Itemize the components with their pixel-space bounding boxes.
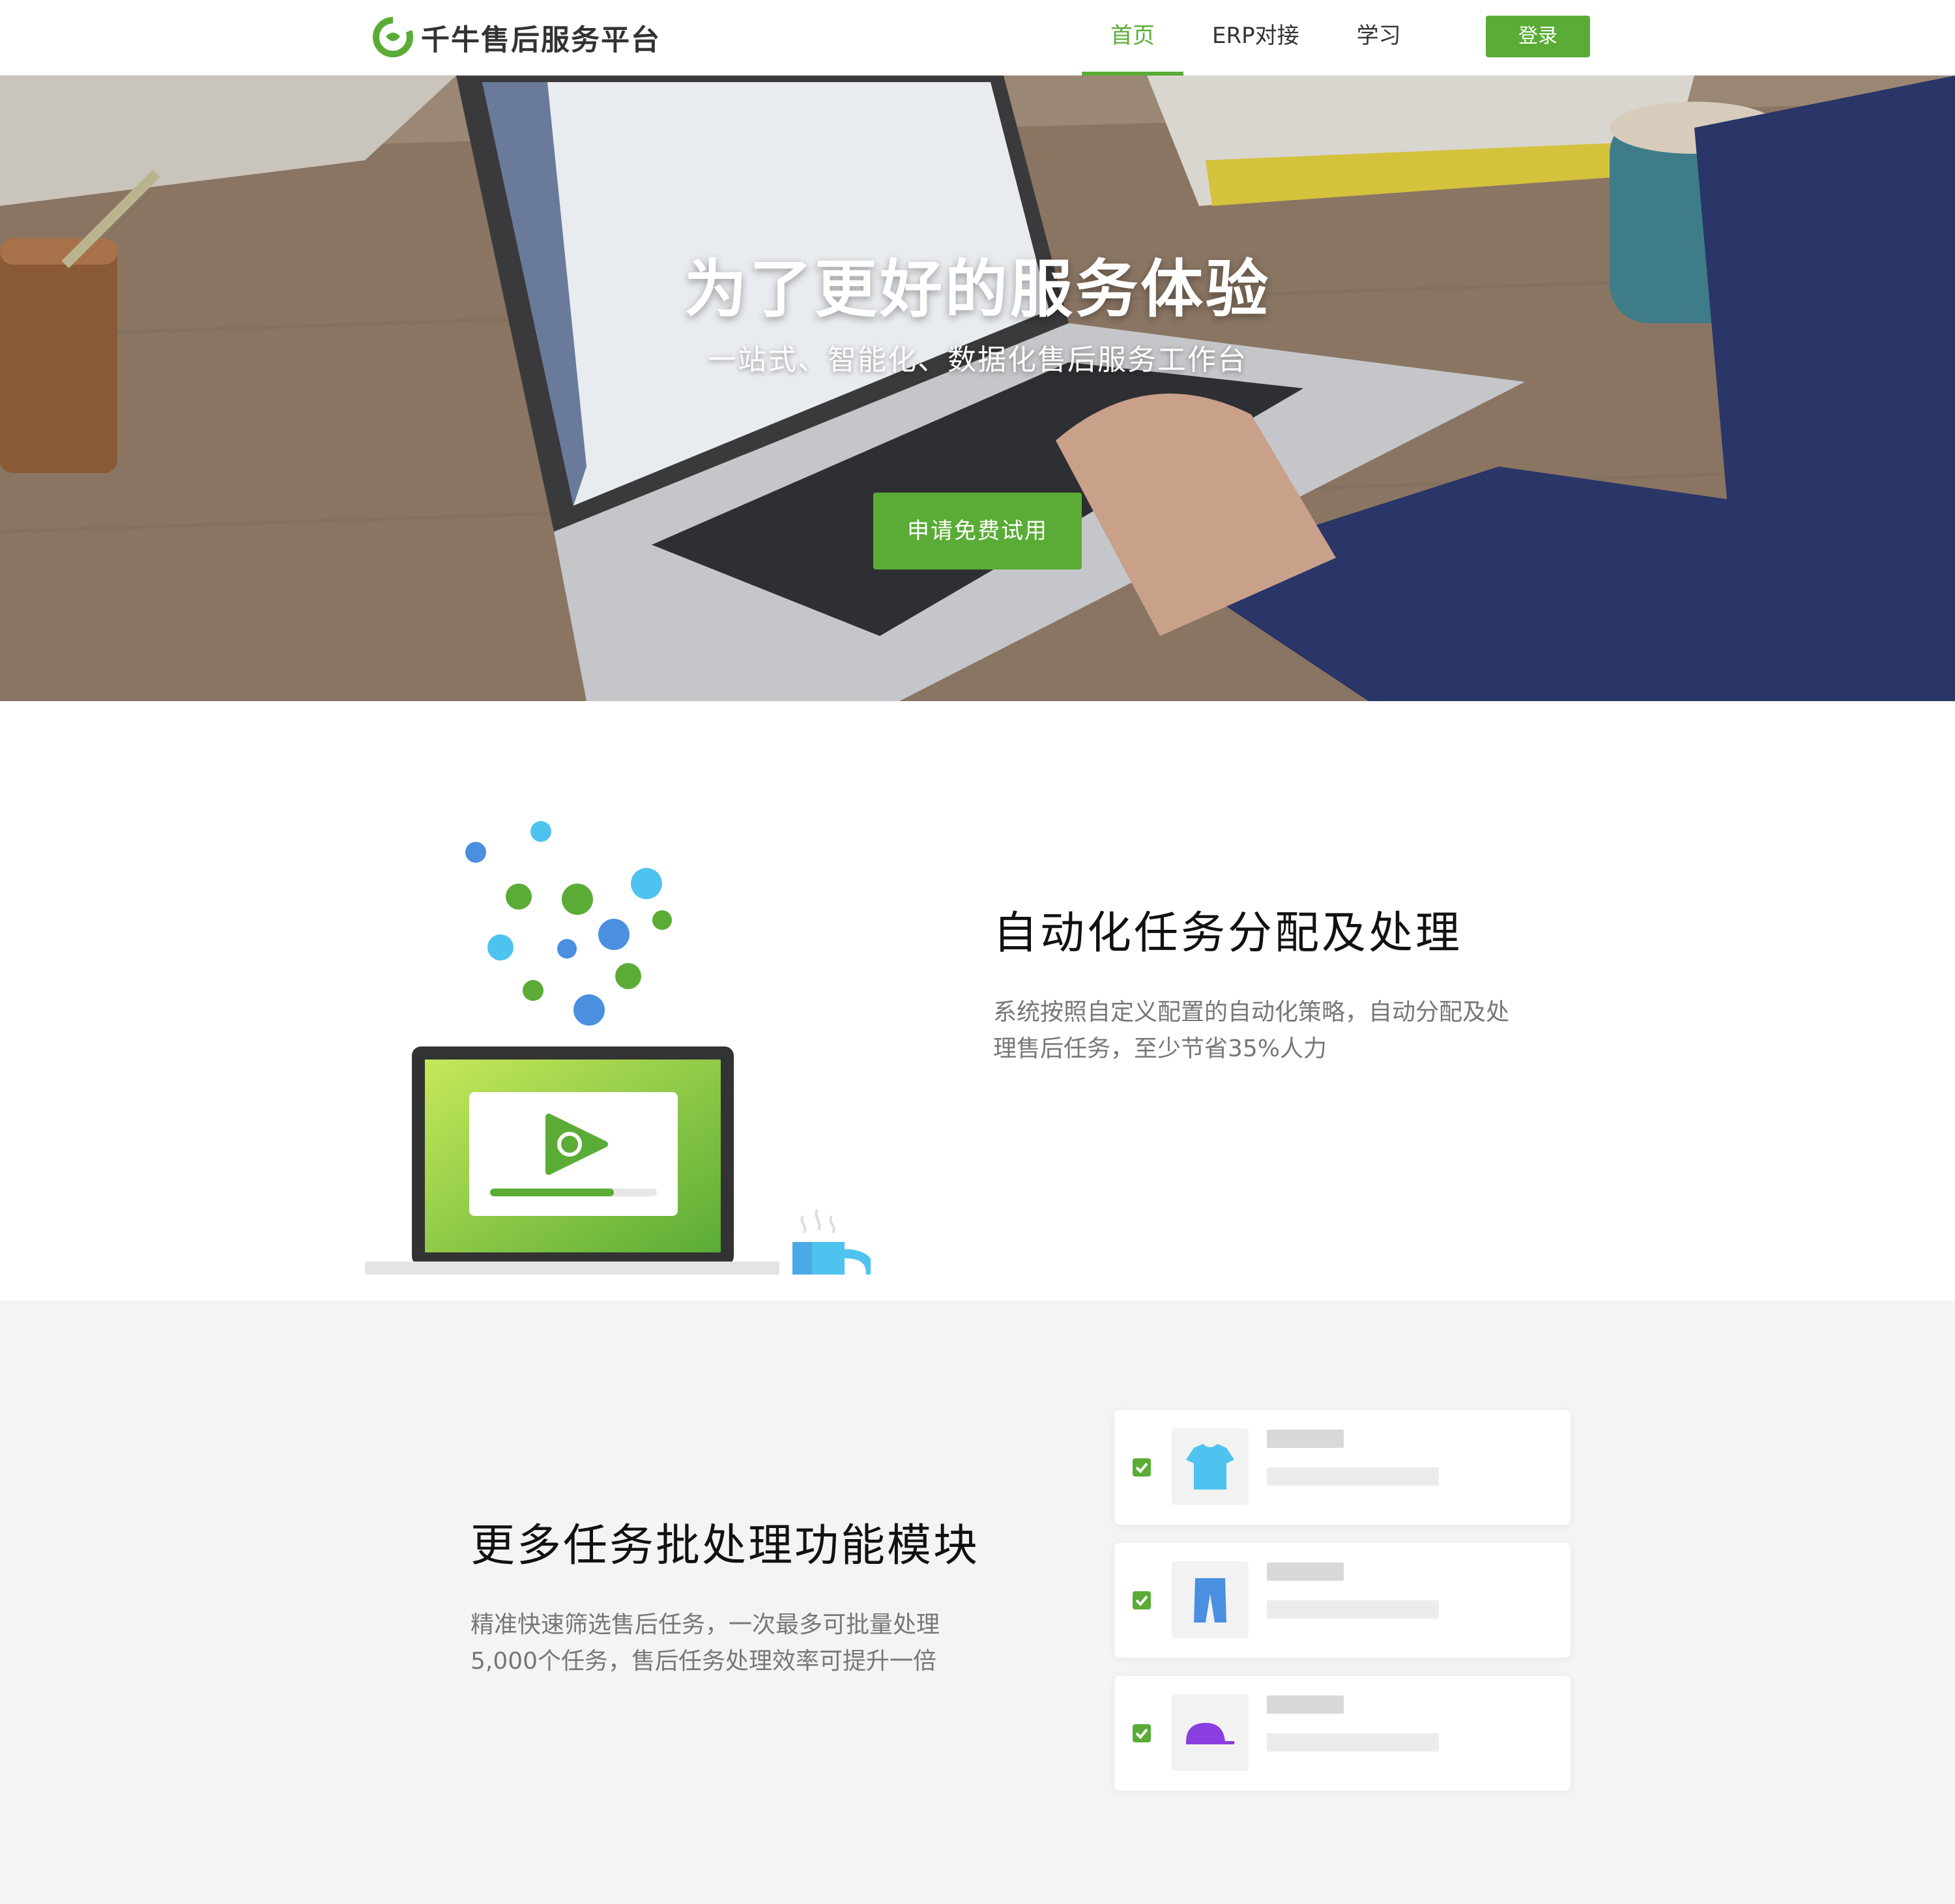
placeholder-line — [1267, 1430, 1344, 1448]
nav-erp[interactable]: ERP对接 — [1183, 0, 1328, 76]
nav-learn[interactable]: 学习 — [1328, 0, 1430, 76]
feature-batch-section: 更多任务批处理功能模块 精准快速筛选售后任务，一次最多可批量处理5,000个任务… — [0, 1301, 1955, 1904]
placeholder-line — [1267, 1695, 1344, 1714]
logo[interactable]: 千牛售后服务平台 — [373, 14, 661, 60]
placeholder-line — [1267, 1733, 1439, 1752]
free-trial-button[interactable]: 申请免费试用 — [873, 493, 1082, 570]
tshirt-icon — [1186, 1444, 1234, 1490]
task-card — [1114, 1543, 1571, 1658]
laptop-play-illustration — [365, 821, 871, 1275]
checkbox-checked-icon[interactable] — [1133, 1591, 1151, 1609]
product-thumbnail — [1172, 1694, 1249, 1771]
hero-banner: 为了更好的服务体验 一站式、智能化、数据化售后服务工作台 申请免费试用 — [0, 76, 1955, 701]
logo-text: 千牛售后服务平台 — [421, 23, 661, 57]
task-card — [1114, 1676, 1571, 1791]
main-nav: 首页 ERP对接 学习 — [1082, 0, 1430, 76]
nav-home[interactable]: 首页 — [1082, 0, 1183, 76]
hero-title: 为了更好的服务体验 — [684, 253, 1271, 326]
cap-icon — [1186, 1723, 1234, 1744]
product-thumbnail — [1172, 1561, 1249, 1638]
product-thumbnail — [1172, 1428, 1249, 1505]
login-button[interactable]: 登录 — [1486, 16, 1590, 57]
top-nav-bar: 千牛售后服务平台 首页 ERP对接 学习 登录 — [0, 0, 1955, 76]
batch-description: 精准快速筛选售后任务，一次最多可批量处理5,000个任务，售后任务处理效率可提升… — [471, 1611, 940, 1675]
logo-icon — [373, 17, 413, 57]
checkbox-checked-icon[interactable] — [1133, 1458, 1151, 1477]
automation-title: 自动化任务分配及处理 — [993, 908, 1463, 959]
automation-description: 系统按照自定义配置的自动化策略，自动分配及处理售后任务，至少节省35%人力 — [993, 999, 1510, 1062]
placeholder-line — [1267, 1600, 1439, 1619]
placeholder-line — [1267, 1563, 1344, 1581]
feature-automation-section: 自动化任务分配及处理 系统按照自定义配置的自动化策略，自动分配及处理售后任务，至… — [0, 701, 1955, 1301]
placeholder-line — [1267, 1467, 1439, 1486]
pants-icon — [1194, 1578, 1226, 1623]
task-card — [1114, 1410, 1571, 1525]
hero-background-image — [0, 76, 1955, 701]
hero-subtitle: 一站式、智能化、数据化售后服务工作台 — [708, 343, 1247, 377]
batch-title: 更多任务批处理功能模块 — [471, 1520, 980, 1572]
checkbox-checked-icon[interactable] — [1133, 1724, 1151, 1742]
